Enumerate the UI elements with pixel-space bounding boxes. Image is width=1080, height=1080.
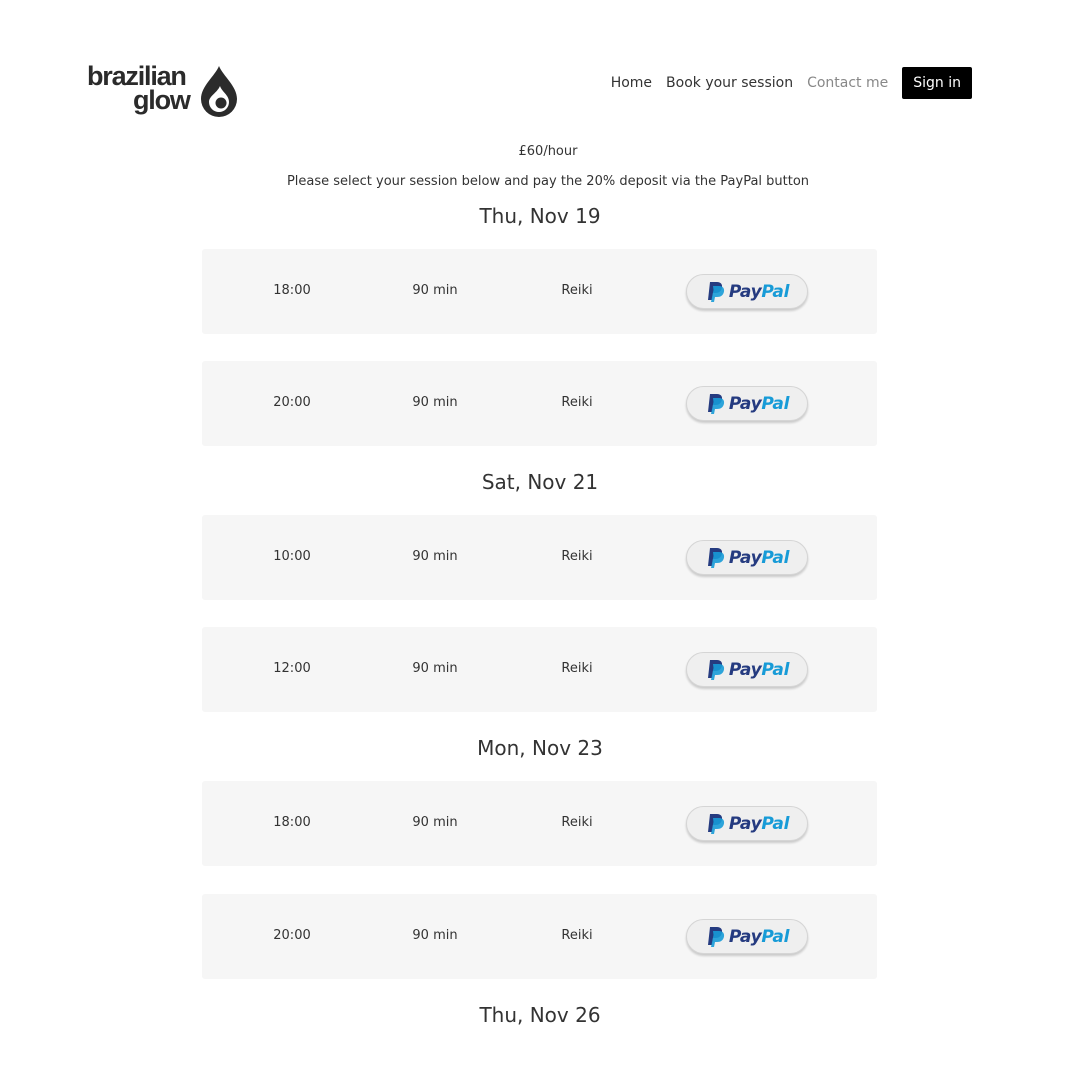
slot-type: Reiki [561,395,593,410]
slot-type: Reiki [561,661,593,676]
paypal-icon [707,281,724,302]
day-title: Sat, Nov 21 [481,470,599,494]
session-slot: 12:00 90 min Reiki PayPal [202,627,877,712]
logo-line-2: glow [133,85,191,115]
paypal-icon [707,547,724,568]
day-title: Thu, Nov 19 [479,204,601,228]
paypal-button[interactable]: PayPal [686,540,808,575]
slot-time: 18:00 [273,283,311,298]
session-slot: 10:00 90 min Reiki PayPal [202,515,877,600]
slot-time: 20:00 [273,395,311,410]
paypal-button[interactable]: PayPal [686,806,808,841]
paypal-button[interactable]: PayPal [686,274,808,309]
day-title: Thu, Nov 26 [479,1003,601,1027]
session-slot: 20:00 90 min Reiki PayPal [202,894,877,979]
paypal-button[interactable]: PayPal [686,652,808,687]
session-slot: 18:00 90 min Reiki PayPal [202,781,877,866]
slot-type: Reiki [561,928,593,943]
paypal-icon [707,926,724,947]
paypal-wordmark: PayPal [728,281,790,302]
brazilian-glow-logo[interactable]: brazilian glow [87,63,242,122]
paypal-button[interactable]: PayPal [686,919,808,954]
flame-drop-icon [201,66,237,117]
booking-instructions: Please select your session below and pay… [286,174,810,189]
paypal-icon [707,813,724,834]
paypal-wordmark: PayPal [728,547,790,568]
price-text: £60/hour [518,144,578,159]
nav-contact-me[interactable]: Contact me [807,75,888,91]
slot-time: 10:00 [273,549,311,564]
slot-duration: 90 min [412,549,458,564]
slot-duration: 90 min [412,928,458,943]
paypal-icon [707,659,724,680]
session-slot: 20:00 90 min Reiki PayPal [202,361,877,446]
sign-in-button[interactable]: Sign in [902,67,972,99]
slot-time: 18:00 [273,815,311,830]
nav-home[interactable]: Home [611,75,652,91]
nav-book-your-session[interactable]: Book your session [666,75,793,91]
slot-time: 20:00 [273,928,311,943]
logo-wordmark: brazilian glow [87,63,191,115]
site-header: brazilian glow Home Book your session Co… [0,0,1080,130]
paypal-wordmark: PayPal [728,813,790,834]
paypal-button[interactable]: PayPal [686,386,808,421]
slot-type: Reiki [561,549,593,564]
paypal-wordmark: PayPal [728,659,790,680]
main-nav: Home Book your session Contact me Sign i… [597,67,972,99]
slot-type: Reiki [561,815,593,830]
paypal-icon [707,393,724,414]
slot-duration: 90 min [412,283,458,298]
slot-type: Reiki [561,283,593,298]
slot-duration: 90 min [412,661,458,676]
slot-duration: 90 min [412,815,458,830]
session-slot: 18:00 90 min Reiki PayPal [202,249,877,334]
paypal-wordmark: PayPal [728,926,790,947]
slot-time: 12:00 [273,661,311,676]
paypal-wordmark: PayPal [728,393,790,414]
day-title: Mon, Nov 23 [477,736,603,760]
slot-duration: 90 min [412,395,458,410]
